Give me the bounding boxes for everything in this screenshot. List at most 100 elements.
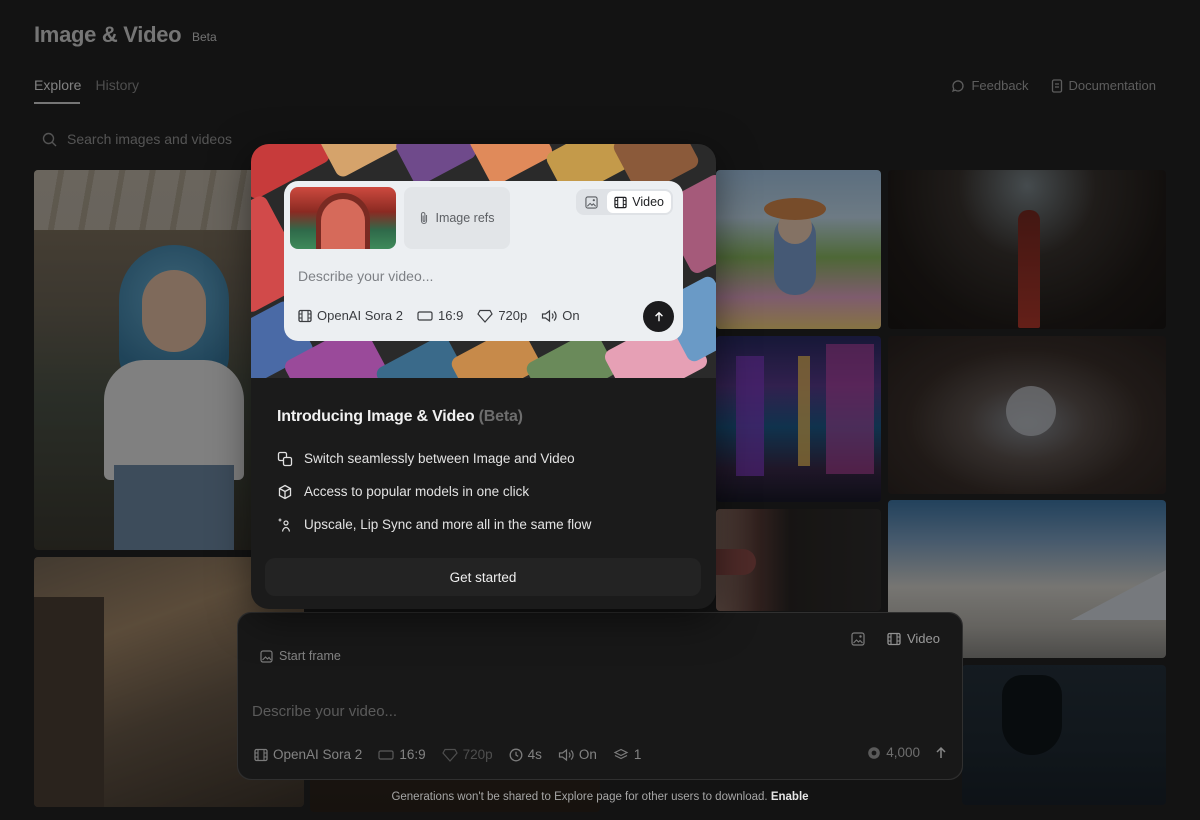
image-refs-label: Image refs bbox=[435, 211, 495, 225]
speaker-icon bbox=[558, 748, 574, 762]
preview-model-label: OpenAI Sora 2 bbox=[317, 308, 403, 323]
sparkle-person-icon bbox=[277, 517, 293, 533]
composer-actions: 4,000 bbox=[867, 745, 948, 760]
paperclip-icon bbox=[419, 211, 429, 225]
image-icon bbox=[260, 649, 273, 663]
gallery-item-woman-red-dress[interactable] bbox=[888, 170, 1166, 329]
gallery-item-girl-reading[interactable] bbox=[716, 170, 881, 329]
documentation-link[interactable]: Documentation bbox=[1051, 78, 1156, 93]
beta-badge: Beta bbox=[192, 30, 217, 44]
film-icon bbox=[254, 748, 268, 762]
prompt-input[interactable]: Describe your video... bbox=[252, 703, 397, 720]
page-title: Image & Video bbox=[34, 22, 182, 47]
video-mode-button: Video bbox=[607, 191, 671, 213]
tab-explore[interactable]: Explore bbox=[34, 77, 81, 93]
tab-history[interactable]: History bbox=[95, 77, 139, 93]
preview-quality-label: 720p bbox=[498, 308, 528, 323]
tab-bar: Explore History bbox=[34, 77, 139, 93]
film-icon bbox=[887, 632, 901, 646]
chat-bubble-icon bbox=[951, 79, 965, 93]
preview-model: OpenAI Sora 2 bbox=[298, 308, 403, 323]
modal-title-suffix: (Beta) bbox=[478, 408, 523, 425]
preview-prompt-placeholder: Describe your video... bbox=[298, 268, 434, 284]
feedback-link[interactable]: Feedback bbox=[951, 78, 1029, 93]
search-icon bbox=[42, 132, 57, 147]
preview-send-button bbox=[643, 301, 674, 332]
image-icon bbox=[585, 195, 598, 209]
preview-quality: 720p bbox=[477, 308, 527, 323]
app-page: Image & Video Beta Explore History Feedb… bbox=[0, 0, 1200, 820]
feature-label: Upscale, Lip Sync and more all in the sa… bbox=[304, 517, 592, 532]
speaker-icon bbox=[541, 309, 557, 323]
preview-audio: On bbox=[541, 308, 580, 323]
coin-icon bbox=[867, 746, 881, 760]
documentation-label: Documentation bbox=[1068, 78, 1156, 93]
duration-label: 4s bbox=[527, 747, 542, 762]
start-frame-label: Start frame bbox=[279, 649, 341, 663]
preview-ratio: 16:9 bbox=[417, 308, 463, 323]
document-icon bbox=[1051, 78, 1063, 93]
audio-toggle[interactable]: On bbox=[558, 747, 597, 762]
video-mode-label: Video bbox=[906, 631, 940, 646]
preview-ratio-label: 16:9 bbox=[438, 308, 464, 323]
model-label: OpenAI Sora 2 bbox=[273, 747, 363, 762]
modal-title: Introducing Image & Video (Beta) bbox=[277, 408, 523, 426]
switch-icon bbox=[277, 451, 293, 467]
hero-collage: Image refs Video Describe your video... … bbox=[251, 144, 716, 378]
film-icon bbox=[614, 196, 627, 209]
model-selector[interactable]: OpenAI Sora 2 bbox=[254, 747, 362, 762]
credits-value: 4,000 bbox=[886, 745, 920, 760]
arrow-up-icon bbox=[654, 311, 663, 321]
feature-list: Switch seamlessly between Image and Vide… bbox=[277, 449, 591, 534]
feature-label: Access to popular models in one click bbox=[304, 484, 530, 499]
send-button[interactable] bbox=[934, 746, 948, 760]
footer-note-text: Generations won't be shared to Explore p… bbox=[391, 791, 768, 803]
diamond-icon bbox=[441, 748, 458, 762]
aspect-ratio-icon bbox=[417, 310, 433, 322]
aspect-ratio-label: 16:9 bbox=[399, 747, 426, 762]
output-count-selector[interactable]: 1 bbox=[613, 747, 642, 762]
layers-icon bbox=[613, 748, 629, 762]
film-icon bbox=[298, 309, 312, 323]
clock-icon bbox=[509, 748, 523, 762]
gallery-item-wolf[interactable] bbox=[962, 665, 1166, 805]
image-mode-button bbox=[578, 191, 605, 213]
composer-options: OpenAI Sora 2 16:9 720p 4s On 1 bbox=[254, 747, 641, 762]
diamond-icon bbox=[477, 309, 494, 323]
quality-selector[interactable]: 720p bbox=[441, 747, 493, 762]
intro-modal: Image refs Video Describe your video... … bbox=[251, 144, 716, 609]
prompt-preview-card: Image refs Video Describe your video... … bbox=[284, 181, 683, 341]
get-started-button[interactable]: Get started bbox=[265, 558, 701, 596]
duration-selector[interactable]: 4s bbox=[509, 747, 542, 762]
search-input[interactable]: Search images and videos bbox=[67, 131, 232, 147]
quality-label: 720p bbox=[462, 747, 493, 762]
credits-display: 4,000 bbox=[867, 745, 920, 760]
output-count-label: 1 bbox=[633, 747, 642, 762]
preview-audio-label: On bbox=[562, 308, 580, 323]
feature-item: Access to popular models in one click bbox=[277, 482, 591, 501]
prompt-composer: Start frame Video Describe your video... bbox=[237, 612, 963, 780]
modal-title-text: Introducing Image & Video bbox=[277, 408, 475, 425]
feature-item: Upscale, Lip Sync and more all in the sa… bbox=[277, 515, 591, 534]
gallery-item-spaceship[interactable] bbox=[888, 336, 1166, 494]
aspect-ratio-icon bbox=[378, 749, 394, 761]
active-tab-indicator bbox=[34, 102, 80, 104]
feature-label: Switch seamlessly between Image and Vide… bbox=[304, 451, 575, 466]
feature-item: Switch seamlessly between Image and Vide… bbox=[277, 449, 591, 468]
enable-link[interactable]: Enable bbox=[771, 791, 809, 803]
feedback-label: Feedback bbox=[971, 78, 1029, 93]
aspect-ratio-selector[interactable]: 16:9 bbox=[378, 747, 426, 762]
gallery-item-neon-city[interactable] bbox=[716, 336, 881, 502]
start-frame-thumbnail bbox=[290, 187, 396, 249]
mode-switch: Video bbox=[843, 627, 948, 650]
preview-options: OpenAI Sora 2 16:9 720p On bbox=[298, 308, 580, 323]
cube-icon bbox=[277, 484, 293, 500]
arrow-up-icon bbox=[936, 746, 946, 758]
video-mode-button[interactable]: Video bbox=[879, 627, 948, 650]
start-frame-button[interactable]: Start frame bbox=[260, 645, 356, 667]
audio-label: On bbox=[578, 747, 597, 762]
gallery-item-lips[interactable] bbox=[716, 509, 881, 611]
footer-note: Generations won't be shared to Explore p… bbox=[0, 791, 1200, 803]
preview-mode-switch: Video bbox=[576, 189, 673, 215]
image-mode-button[interactable] bbox=[843, 628, 873, 650]
